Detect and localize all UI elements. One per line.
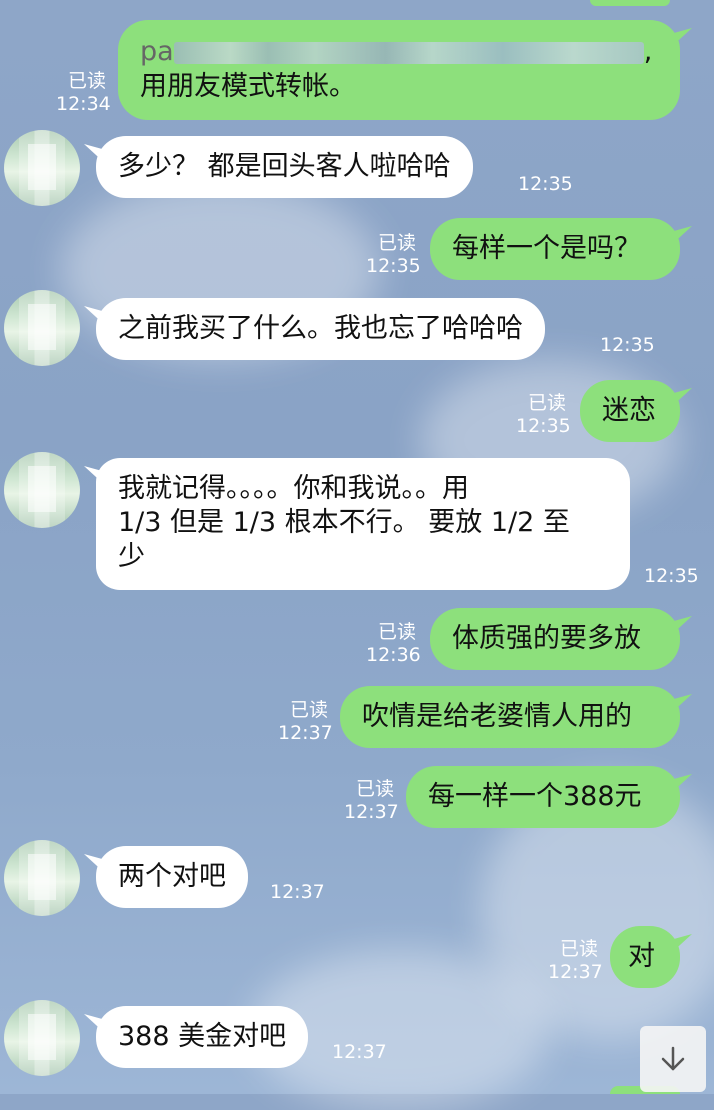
message-text: 吹情是给老婆情人用的 bbox=[362, 701, 632, 732]
message-text: 用朋友模式转帐。 bbox=[140, 71, 356, 102]
read-receipt: 已读 bbox=[559, 938, 598, 960]
message-bubble-outgoing[interactable]: pa, 用朋友模式转帐。 bbox=[118, 20, 680, 120]
message-time: 12:36 bbox=[366, 644, 421, 666]
previous-bubble-edge bbox=[590, 0, 670, 6]
message-bubble-incoming[interactable]: 多少？ 都是回头客人啦哈哈 bbox=[96, 136, 473, 198]
message-bubble-outgoing[interactable]: 对 bbox=[610, 926, 680, 988]
message-text: 每样一个是吗？ bbox=[452, 233, 641, 264]
message-text: pa bbox=[140, 36, 174, 67]
message-text: 两个对吧 bbox=[118, 861, 226, 892]
contact-avatar[interactable] bbox=[4, 290, 80, 366]
blurred-content bbox=[173, 41, 644, 64]
message-bubble-outgoing[interactable]: 吹情是给老婆情人用的 bbox=[340, 686, 680, 748]
contact-avatar[interactable] bbox=[4, 840, 80, 916]
message-text: 我就记得。。。。你和我说。。用 bbox=[118, 473, 469, 504]
message-text: 少 bbox=[118, 541, 145, 572]
read-receipt: 已读 bbox=[67, 70, 106, 92]
message-time: 12:34 bbox=[56, 93, 111, 115]
message-text: 1/3 但是 1/3 根本不行。 要放 1/2 至 bbox=[118, 507, 570, 538]
message-time: 12:37 bbox=[278, 722, 333, 744]
message-text: 体质强的要多放 bbox=[452, 623, 641, 654]
message-time: 12:35 bbox=[644, 565, 699, 587]
message-time: 12:35 bbox=[600, 334, 655, 356]
message-time: 12:37 bbox=[270, 881, 325, 903]
message-text: 每一样一个388元 bbox=[428, 781, 642, 812]
contact-avatar[interactable] bbox=[4, 1000, 80, 1076]
message-time: 12:37 bbox=[344, 801, 399, 823]
message-time: 12:37 bbox=[332, 1041, 387, 1063]
message-bubble-incoming[interactable]: 388 美金对吧 bbox=[96, 1006, 309, 1068]
contact-avatar[interactable] bbox=[4, 452, 80, 528]
read-receipt: 已读 bbox=[527, 392, 566, 414]
message-bubble-outgoing[interactable]: 迷恋 bbox=[580, 380, 680, 442]
read-receipt: 已读 bbox=[377, 621, 416, 643]
message-text: 对 bbox=[628, 941, 655, 972]
message-text: 之前我买了什么。我也忘了哈哈哈 bbox=[118, 313, 523, 344]
message-text: 多少？ 都是回头客人啦哈哈 bbox=[118, 151, 451, 182]
scroll-to-bottom-button[interactable] bbox=[640, 1026, 706, 1092]
message-time: 12:35 bbox=[516, 415, 571, 437]
arrow-down-icon bbox=[661, 1046, 685, 1071]
message-time: 12:35 bbox=[366, 255, 421, 277]
message-text: 迷恋 bbox=[602, 395, 656, 426]
read-receipt: 已读 bbox=[355, 778, 394, 800]
message-bubble-outgoing[interactable]: 体质强的要多放 bbox=[430, 608, 680, 670]
message-time: 12:37 bbox=[548, 961, 603, 983]
message-bubble-incoming[interactable]: 两个对吧 bbox=[96, 846, 248, 908]
read-receipt: 已读 bbox=[377, 232, 416, 254]
read-receipt: 已读 bbox=[289, 699, 328, 721]
message-bubble-outgoing[interactable]: 每一样一个388元 bbox=[406, 766, 680, 828]
message-bubble-outgoing[interactable]: 每样一个是吗？ bbox=[430, 218, 680, 280]
message-text: 388 美金对吧 bbox=[118, 1021, 287, 1052]
contact-avatar[interactable] bbox=[4, 130, 80, 206]
message-bubble-incoming[interactable]: 我就记得。。。。你和我说。。用 1/3 但是 1/3 根本不行。 要放 1/2 … bbox=[96, 458, 630, 590]
message-time: 12:35 bbox=[518, 173, 573, 195]
message-bubble-incoming[interactable]: 之前我买了什么。我也忘了哈哈哈 bbox=[96, 298, 545, 360]
